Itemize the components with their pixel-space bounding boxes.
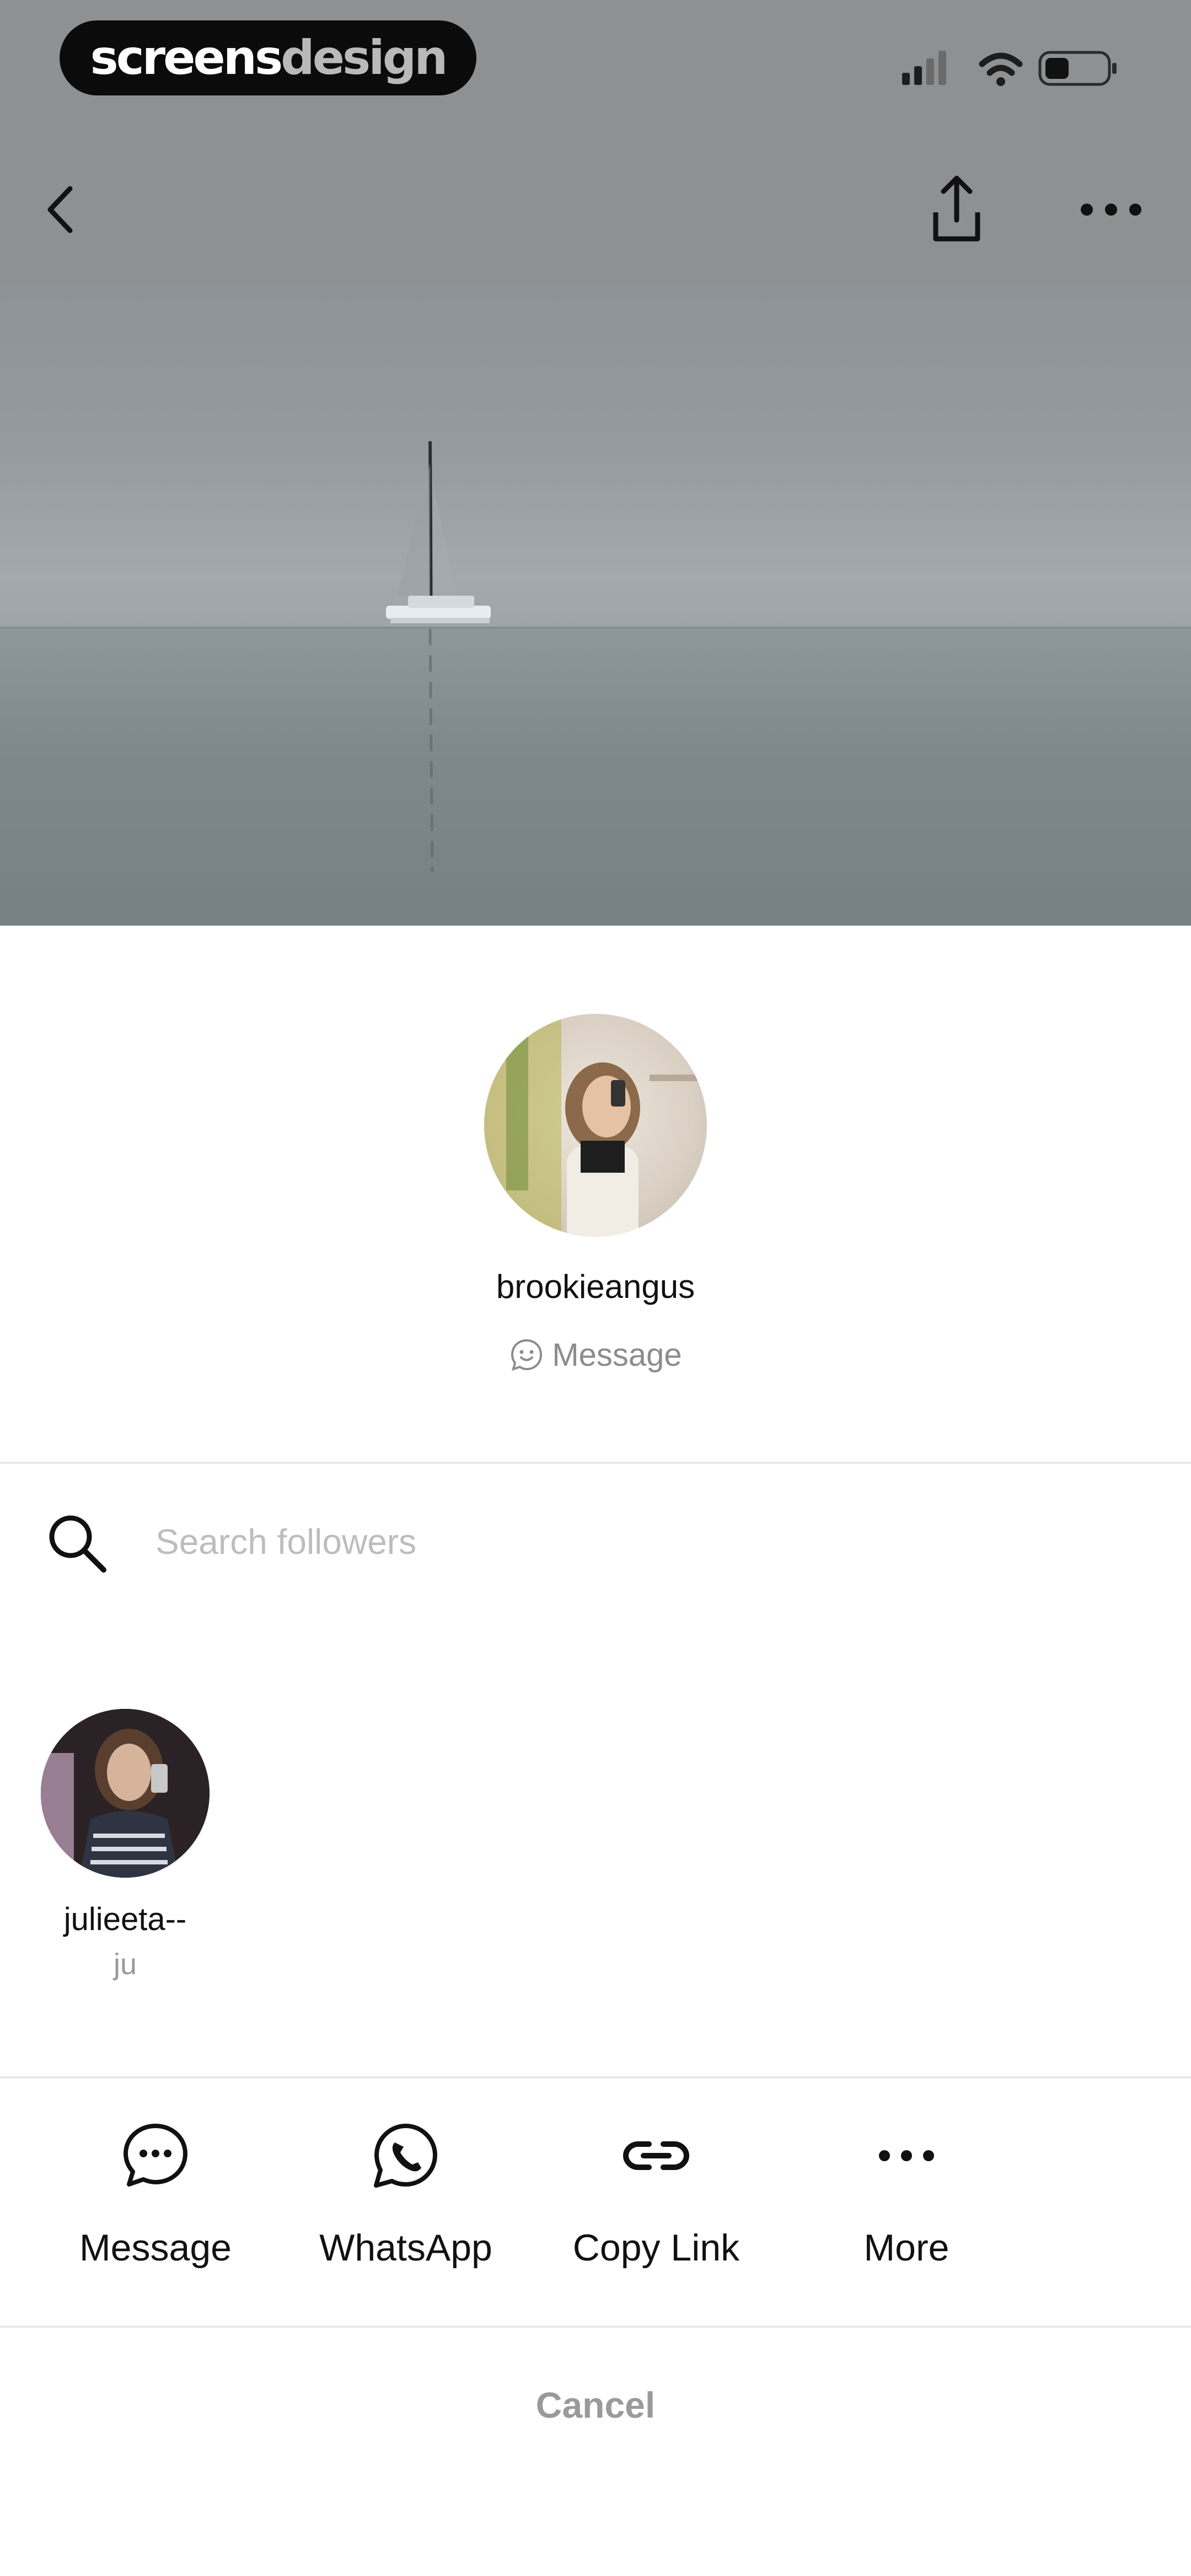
chevron-left-icon (47, 186, 73, 233)
cellular-signal-icon (902, 51, 946, 85)
cancel-button[interactable]: Cancel (0, 2366, 1191, 2444)
sky-area (0, 287, 1191, 629)
person-photo-icon (484, 1014, 707, 1237)
share-button[interactable] (926, 171, 987, 248)
back-button[interactable] (33, 177, 88, 243)
share-message-label: Message (79, 2227, 232, 2269)
wifi-icon (979, 52, 1023, 86)
search-icon (44, 1510, 110, 1576)
divider (0, 2326, 1191, 2328)
battery-icon (1038, 51, 1117, 86)
more-dots-icon (879, 2150, 934, 2161)
share-actions-row: Message WhatsApp Copy Link More (0, 2080, 1191, 2328)
link-icon (623, 2141, 690, 2170)
sailboat-illustration (386, 441, 491, 872)
more-options-button[interactable] (1075, 182, 1147, 237)
screensdesign-logo: screens design (60, 20, 476, 95)
profile-message-label: Message (552, 1337, 682, 1373)
copy-link-button[interactable]: Copy Link (546, 2080, 766, 2328)
search-followers-input[interactable] (155, 1517, 1093, 1567)
person-photo-icon (41, 1709, 210, 1878)
share-whatsapp-button[interactable]: WhatsApp (296, 2080, 516, 2328)
profile-username[interactable]: brookieangus (0, 1268, 1191, 1306)
share-message-button[interactable]: Message (45, 2080, 266, 2328)
post-image: screens design (0, 0, 1191, 926)
logo-text-secondary: design (281, 30, 448, 85)
logo-text-primary: screens (90, 30, 283, 85)
profile-message-link[interactable]: Message (0, 1334, 1191, 1376)
follower-username: julieeta-- (63, 1901, 187, 1937)
more-horizontal-icon (1081, 204, 1141, 216)
share-more-button[interactable]: More (796, 2080, 1017, 2328)
sea-area (0, 629, 1191, 926)
follower-display-name: ju (113, 1948, 137, 1981)
follower-item[interactable]: julieeta-- ju (22, 1709, 232, 1996)
share-whatsapp-label: WhatsApp (319, 2227, 492, 2269)
message-bubble-icon (124, 2124, 187, 2187)
profile-avatar[interactable] (484, 1014, 707, 1237)
share-more-label: More (863, 2227, 949, 2269)
message-face-icon (511, 1339, 543, 1371)
share-upload-icon (933, 175, 980, 242)
divider (0, 1462, 1191, 1464)
divider (0, 2076, 1191, 2078)
whatsapp-icon (374, 2124, 437, 2188)
search-bar (0, 1489, 1191, 1589)
status-bar (899, 44, 1119, 94)
follower-avatar (41, 1709, 210, 1878)
copy-link-label: Copy Link (572, 2227, 740, 2269)
